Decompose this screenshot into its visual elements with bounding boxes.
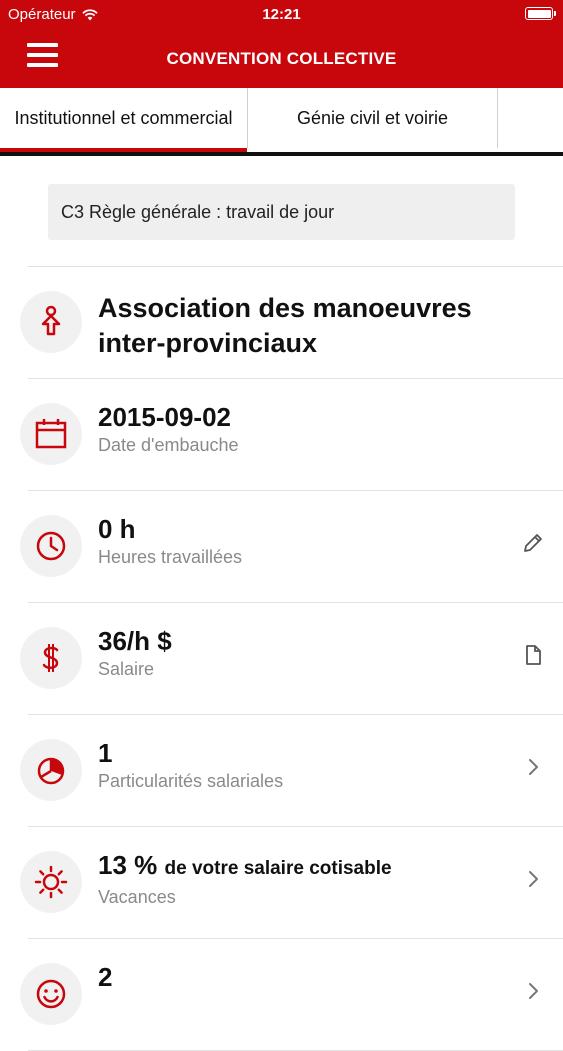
document-icon[interactable] (521, 643, 545, 667)
list-item-hours[interactable]: 0 h Heures travaillées (20, 491, 563, 603)
chevron-right-icon[interactable] (521, 867, 545, 891)
calendar-icon (20, 403, 82, 465)
other-value: 2 (98, 962, 113, 992)
page-title: CONVENTION COLLECTIVE (166, 49, 397, 68)
tab-genie-civil-voirie[interactable]: Génie civil et voirie (248, 88, 498, 148)
status-time: 12:21 (262, 6, 301, 23)
edit-pencil-icon[interactable] (521, 531, 545, 555)
salary-specifics-value: 1 (98, 738, 113, 768)
hours-value: 0 h (98, 514, 136, 544)
list-item-other[interactable]: 2 (20, 939, 563, 1051)
list-item-salary-specifics[interactable]: 1 Particularités salariales (20, 715, 563, 827)
tab-bar: Institutionnel et commercial Génie civil… (0, 88, 563, 156)
list-item-hire-date[interactable]: 2015-09-02 Date d'embauche (20, 379, 563, 491)
hire-date-label: Date d'embauche (98, 435, 239, 455)
salary-value: 36/h $ (98, 626, 172, 656)
association-name: Association des manoeuvres inter-provinc… (98, 293, 472, 358)
list-item-salary[interactable]: 36/h $ Salaire (20, 603, 563, 715)
salary-label: Salaire (98, 659, 155, 679)
list-item-vacations[interactable]: 13 % de votre salaire cotisable Vacances (20, 827, 563, 939)
vacation-percent: 13 % (98, 850, 158, 880)
rule-selector[interactable]: C3 Règle générale : travail de jour (48, 184, 515, 240)
vacation-suffix: de votre salaire cotisable (164, 858, 392, 879)
chevron-right-icon[interactable] (521, 979, 545, 1003)
hire-date-value: 2015-09-02 (98, 402, 231, 432)
battery-icon (525, 7, 556, 20)
chevron-right-icon[interactable] (521, 755, 545, 779)
sun-icon (20, 851, 82, 913)
info-list: Association des manoeuvres inter-provinc… (0, 267, 563, 1051)
hours-label: Heures travaillées (98, 547, 243, 567)
salary-specifics-label: Particularités salariales (98, 771, 284, 791)
pie-chart-icon (20, 739, 82, 801)
status-bar: Opérateur 12:21 (0, 0, 563, 30)
smiley-icon (20, 963, 82, 1025)
clock-icon (20, 515, 82, 577)
list-item-association[interactable]: Association des manoeuvres inter-provinc… (20, 267, 563, 379)
vacation-label: Vacances (98, 887, 176, 907)
tab-institutionnel-commercial[interactable]: Institutionnel et commercial (0, 88, 248, 152)
app-header: Opérateur 12:21 CONVENTION COLLECTIVE (0, 0, 563, 88)
dollar-icon (20, 627, 82, 689)
person-arrow-icon (20, 291, 82, 353)
